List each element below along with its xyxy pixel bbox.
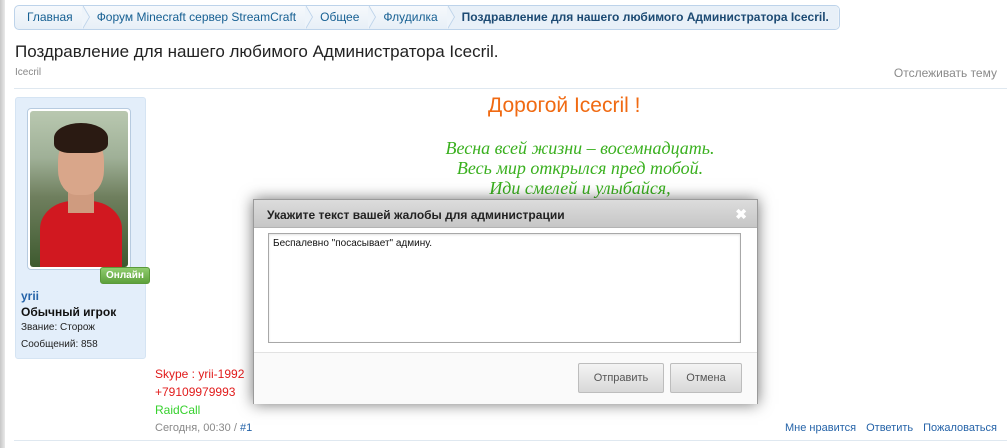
breadcrumb-current-thread[interactable]: Поздравление для нашего любимого Админис… [447, 6, 839, 29]
watch-thread-link[interactable]: Отслеживать тему [894, 66, 997, 80]
page-left-edge [0, 0, 5, 448]
user-info-box [15, 97, 146, 359]
user-message-count: Сообщений: 858 [21, 339, 98, 350]
like-link[interactable]: Мне нравится [785, 422, 856, 434]
page-title: Поздравление для нашего любимого Админис… [15, 42, 499, 61]
dialog-title: Укажите текст вашей жалобы для администр… [267, 208, 565, 222]
dialog-header: Укажите текст вашей жалобы для администр… [254, 200, 757, 228]
send-button[interactable]: Отправить [578, 363, 664, 393]
thread-starter[interactable]: Icecril [15, 67, 41, 78]
report-dialog: Укажите текст вашей жалобы для администр… [253, 199, 758, 404]
breadcrumb: Главная Форум Minecraft сервер StreamCra… [14, 5, 840, 30]
reply-link[interactable]: Ответить [866, 422, 913, 434]
signature-raidcall: RaidCall [155, 403, 201, 417]
report-link[interactable]: Пожаловаться [923, 422, 997, 434]
breadcrumb-home[interactable]: Главная [15, 6, 90, 29]
breadcrumb-forum[interactable]: Форум Minecraft сервер StreamCraft [83, 6, 314, 29]
post-poem: Весна всей жизни – восемнадцать. Весь ми… [400, 138, 760, 198]
report-text-field[interactable] [268, 233, 741, 343]
avatar-image [30, 111, 128, 267]
poem-line: Весь мир открылся пред тобой. [456, 158, 704, 178]
post-actions: Мне нравится Ответить Пожаловаться [785, 422, 997, 434]
online-status-badge: Онлайн [100, 267, 150, 284]
cancel-button[interactable]: Отмена [670, 363, 742, 393]
poem-line: Весна всей жизни – восемнадцать. [445, 138, 715, 158]
post-permalink[interactable]: #1 [240, 422, 252, 434]
breadcrumb-general[interactable]: Общее [306, 6, 377, 29]
dialog-footer: Отправить Отмена [254, 352, 757, 404]
username-link[interactable]: yrii [21, 289, 39, 303]
post-date: Сегодня, 00:30 / #1 [155, 422, 252, 434]
post-greeting: Дорогой Icecril ! [488, 94, 641, 117]
divider [14, 440, 1007, 441]
breadcrumb-flood[interactable]: Флудилка [369, 6, 455, 29]
close-icon[interactable]: ✖ [735, 206, 747, 223]
divider [14, 88, 1007, 89]
avatar[interactable] [27, 108, 131, 270]
user-title: Обычный игрок [21, 305, 117, 319]
signature-skype: Skype : yrii-1992 [155, 367, 245, 381]
signature-phone: +79109979993 [155, 385, 236, 399]
user-rank: Звание: Сторож [21, 322, 95, 333]
post-date-text: Сегодня, 00:30 / [155, 422, 237, 434]
poem-line: Иди смелей и улыбайся, [489, 178, 671, 198]
